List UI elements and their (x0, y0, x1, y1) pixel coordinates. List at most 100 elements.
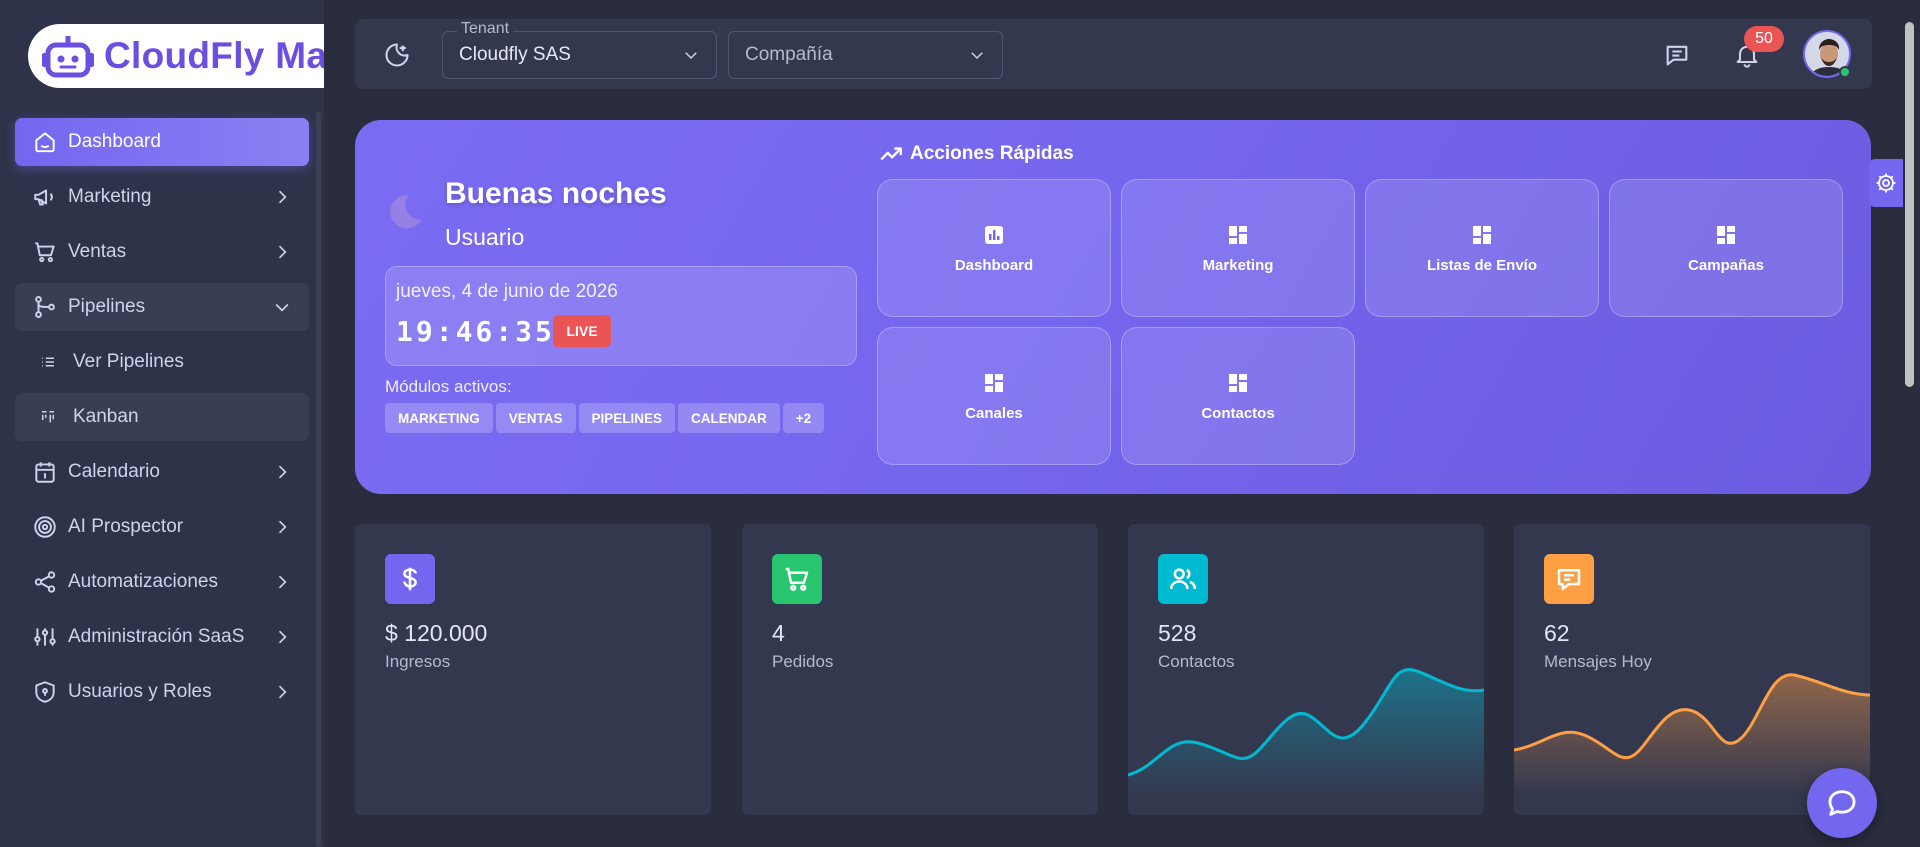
sidebar-item-ventas[interactable]: Ventas (15, 228, 309, 276)
module-chip: VENTAS (495, 403, 576, 433)
moon-icon (390, 195, 422, 229)
trending-up-icon (880, 147, 902, 161)
page-scrollbar[interactable] (1905, 22, 1914, 387)
greeting-title: Buenas noches (445, 177, 667, 210)
dashboard-grid-icon (1229, 225, 1247, 244)
theme-toggle-moon-icon[interactable] (383, 41, 411, 69)
chevron-down-icon (685, 52, 697, 60)
cart-icon (772, 554, 822, 604)
sidebar-item-kanban[interactable]: Kanban (15, 393, 309, 441)
module-chip: PIPELINES (578, 403, 676, 433)
sidebar-item-label: Ventas (68, 241, 127, 262)
brand-logo[interactable]: CloudFly Ma (28, 24, 324, 88)
stat-value: 528 (1158, 620, 1197, 646)
sidebar-item-label: Administración SaaS (68, 626, 245, 647)
stat-card-contactos: 528 Contactos (1128, 524, 1484, 815)
sidebar-item-usuarios-roles[interactable]: Usuarios y Roles (15, 668, 309, 716)
message-icon (1544, 554, 1594, 604)
dashboard-grid-icon (985, 373, 1003, 392)
stat-label: Ingresos (385, 652, 451, 671)
users-icon (1158, 554, 1208, 604)
clock-panel: jueves, 4 de junio de 2026 19:46:35 LIVE (385, 266, 857, 366)
customizer-toggle[interactable] (1869, 159, 1903, 207)
quick-action-canales[interactable]: Canales (877, 327, 1111, 465)
greeting-user: Usuario (445, 224, 525, 250)
dollar-icon (385, 554, 435, 604)
mensajes-sparkline (1514, 673, 1870, 795)
quick-action-listas-envio[interactable]: Listas de Envío (1365, 179, 1599, 317)
stat-card-ingresos: $ 120.000 Ingresos (355, 524, 711, 815)
sidebar-item-marketing[interactable]: Marketing (15, 173, 309, 221)
git-branch-icon (35, 296, 55, 318)
sidebar-item-ai-prospector[interactable]: AI Prospector (15, 503, 309, 551)
quick-actions-title-text: Acciones Rápidas (910, 143, 1074, 164)
share-nodes-icon (34, 571, 56, 593)
sidebar-item-automatizaciones[interactable]: Automatizaciones (15, 558, 309, 606)
sidebar-item-ver-pipelines[interactable]: Ver Pipelines (15, 338, 309, 386)
shield-icon (35, 681, 55, 703)
stat-label: Pedidos (772, 652, 834, 671)
sidebar-item-calendario[interactable]: Calendario (15, 448, 309, 496)
online-status-dot (1839, 66, 1851, 78)
gear-icon (1876, 173, 1896, 193)
sidebar-item-label: Automatizaciones (68, 571, 218, 592)
tenant-label: Tenant (457, 20, 514, 38)
sidebar-item-label: Marketing (68, 186, 152, 207)
quick-action-label: Contactos (1201, 404, 1275, 422)
stat-card-mensajes-hoy: 62 Mensajes Hoy (1514, 524, 1870, 815)
tenant-select[interactable]: Tenant Cloudfly SAS (442, 20, 717, 79)
active-modules-list: MARKETING VENTAS PIPELINES CALENDAR +2 (385, 403, 825, 433)
quick-action-label: Dashboard (954, 256, 1034, 274)
top-navbar: Tenant Cloudfly SAS Compañía 50 (355, 19, 1872, 89)
quick-action-campanas[interactable]: Campañas (1609, 179, 1843, 317)
company-select[interactable]: Compañía (728, 31, 1003, 79)
sidebar-item-label: Dashboard (68, 131, 161, 152)
sidebar-scrollbar[interactable] (316, 112, 321, 847)
target-icon (34, 516, 56, 538)
sidebar-item-pipelines[interactable]: Pipelines (15, 283, 309, 331)
sidebar-item-administracion-saas[interactable]: Administración SaaS (15, 613, 309, 661)
chat-button[interactable] (1807, 768, 1877, 838)
kanban-icon (42, 411, 54, 423)
stat-value: 62 (1544, 620, 1570, 646)
calendar-icon (35, 462, 55, 483)
stat-card-pedidos: 4 Pedidos (742, 524, 1098, 815)
sidebar-item-label: AI Prospector (68, 516, 184, 537)
messages-icon[interactable] (1663, 41, 1691, 69)
chat-bubble-icon (1828, 790, 1856, 816)
chevron-right-icon (278, 465, 287, 479)
sidebar: CloudFly Ma Dashboard Marketing Ventas P… (0, 0, 324, 847)
live-badge: LIVE (553, 315, 611, 347)
current-time: 19:46:35 (396, 315, 555, 348)
robot-icon (42, 36, 94, 78)
company-placeholder: Compañía (745, 44, 833, 65)
current-date: jueves, 4 de junio de 2026 (396, 281, 618, 302)
quick-action-marketing[interactable]: Marketing (1121, 179, 1355, 317)
quick-action-contactos[interactable]: Contactos (1121, 327, 1355, 465)
chart-icon (985, 225, 1003, 244)
dashboard-grid-icon (1717, 225, 1735, 244)
sliders-icon (34, 628, 56, 646)
sidebar-nav: Dashboard Marketing Ventas Pipelines Ver… (15, 118, 309, 723)
chevron-right-icon (278, 630, 287, 644)
sidebar-item-label: Ver Pipelines (73, 351, 184, 372)
tenant-value: Cloudfly SAS (459, 44, 571, 65)
sidebar-item-dashboard[interactable]: Dashboard (15, 118, 309, 166)
quick-actions-title: Acciones Rápidas (878, 141, 1074, 167)
module-more-chip[interactable]: +2 (782, 403, 825, 433)
contactos-sparkline (1128, 668, 1484, 795)
list-icon (42, 357, 54, 367)
quick-action-label: Marketing (1202, 256, 1274, 274)
brand-name: CloudFly Ma (104, 35, 324, 76)
chevron-right-icon (278, 520, 287, 534)
chevron-right-icon (278, 245, 287, 259)
quick-action-label: Listas de Envío (1426, 256, 1538, 274)
notification-count-badge: 50 (1744, 26, 1784, 52)
module-chip: MARKETING (385, 403, 493, 433)
home-icon (35, 132, 55, 153)
quick-action-label: Campañas (1688, 256, 1764, 274)
quick-action-dashboard[interactable]: Dashboard (877, 179, 1111, 317)
chevron-right-icon (278, 190, 287, 204)
stat-value: $ 120.000 (385, 620, 488, 646)
chevron-down-icon (971, 52, 983, 60)
